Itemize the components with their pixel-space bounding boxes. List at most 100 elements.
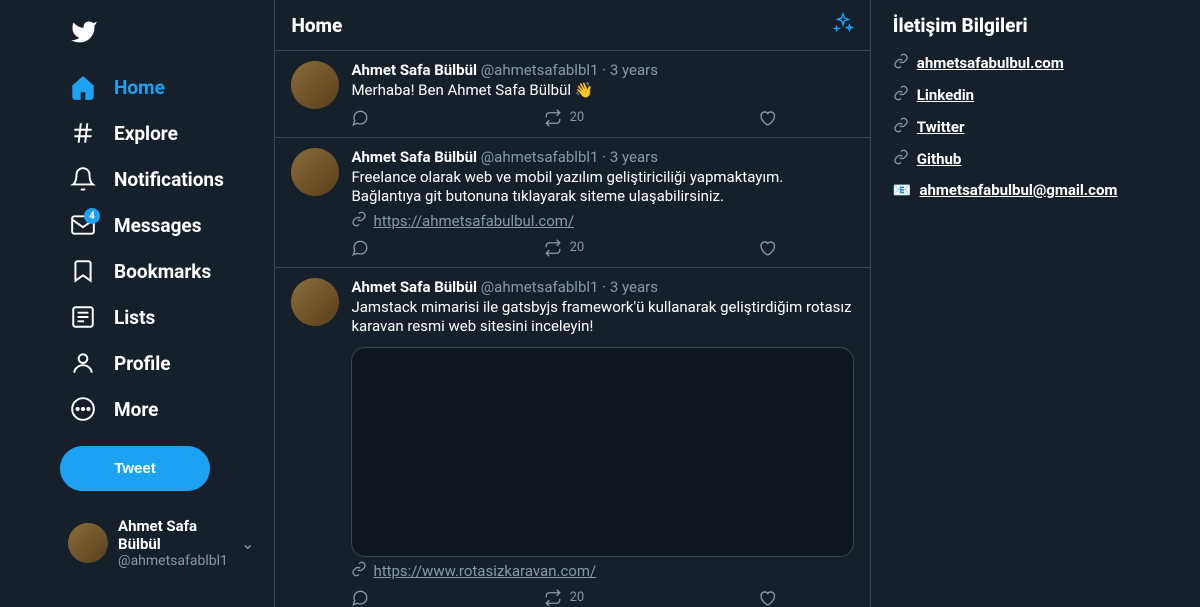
nav-home[interactable]: Home	[60, 64, 262, 110]
nav-bookmarks[interactable]: Bookmarks	[60, 248, 262, 294]
retweet-icon	[544, 109, 562, 127]
contact-link[interactable]: Github	[917, 150, 962, 168]
nav-notifications[interactable]: Notifications	[60, 156, 262, 202]
nav-explore[interactable]: Explore	[60, 110, 262, 156]
nav-more-label: More	[114, 398, 158, 421]
messages-badge: 4	[84, 208, 100, 224]
tweet-media[interactable]	[351, 347, 853, 557]
avatar	[68, 523, 108, 563]
contact-item-website[interactable]: ahmetsafabulbul.com	[893, 53, 1178, 73]
tweet-sep: ·	[602, 278, 606, 296]
bookmark-icon	[70, 258, 96, 284]
contact-item-linkedin[interactable]: Linkedin	[893, 85, 1178, 105]
twitter-bird-icon	[70, 18, 98, 46]
mail-icon: 📧	[893, 181, 912, 199]
tweet-time[interactable]: 3 years	[610, 148, 658, 166]
bell-icon	[70, 166, 96, 192]
avatar[interactable]	[291, 61, 339, 109]
link-icon	[893, 53, 909, 73]
nav-list: Home Explore Notifications 4 Messages Bo…	[60, 64, 262, 432]
retweet-count: 20	[570, 590, 585, 605]
link-icon	[351, 211, 367, 231]
retweet-button[interactable]: 20	[544, 109, 585, 127]
lists-icon	[70, 304, 96, 330]
tweet-text: Merhaba! Ben Ahmet Safa Bülbül 👋	[351, 81, 853, 101]
like-button[interactable]	[758, 239, 776, 257]
tweet-author-name[interactable]: Ahmet Safa Bülbül	[351, 61, 477, 79]
avatar[interactable]	[291, 148, 339, 196]
tweet[interactable]: Ahmet Safa Bülbül @ahmetsafablbl1 · 3 ye…	[275, 268, 869, 607]
sidebar-right: İletişim Bilgileri ahmetsafabulbul.com L…	[871, 0, 1200, 607]
contact-item-twitter[interactable]: Twitter	[893, 117, 1178, 137]
tweet[interactable]: Ahmet Safa Bülbül @ahmetsafablbl1 · 3 ye…	[275, 51, 869, 138]
nav-bookmarks-label: Bookmarks	[114, 260, 211, 283]
contact-item-github[interactable]: Github	[893, 149, 1178, 169]
tweet-text: Freelance olarak web ve mobil yazılım ge…	[351, 168, 853, 207]
account-info: Ahmet Safa Bülbül @ahmetsafablbl1	[118, 517, 233, 569]
tweet[interactable]: Ahmet Safa Bülbül @ahmetsafablbl1 · 3 ye…	[275, 138, 869, 268]
tweet-author-name[interactable]: Ahmet Safa Bülbül	[351, 278, 477, 296]
nav-lists-label: Lists	[114, 306, 155, 329]
retweet-count: 20	[570, 240, 585, 255]
nav-profile-label: Profile	[114, 352, 171, 375]
nav-lists[interactable]: Lists	[60, 294, 262, 340]
tweet-sep: ·	[602, 148, 606, 166]
contact-title: İletişim Bilgileri	[893, 14, 1178, 37]
nav-messages[interactable]: 4 Messages	[60, 202, 262, 248]
link-icon	[893, 117, 909, 137]
tweet-link[interactable]: https://www.rotasizkaravan.com/	[373, 562, 596, 580]
account-handle: @ahmetsafablbl1	[118, 553, 233, 569]
tweet-sep: ·	[602, 61, 606, 79]
nav-more[interactable]: More	[60, 386, 262, 432]
main-column: Home Ahmet Safa Bülbül @ahmetsafablbl1 ·…	[274, 0, 870, 607]
heart-icon	[758, 589, 776, 607]
avatar[interactable]	[291, 278, 339, 326]
reply-icon	[351, 109, 369, 127]
contact-link[interactable]: Linkedin	[917, 86, 974, 104]
contact-link[interactable]: ahmetsafabulbul.com	[917, 54, 1064, 72]
tweet-time[interactable]: 3 years	[610, 278, 658, 296]
reply-button[interactable]	[351, 109, 369, 127]
link-icon	[351, 561, 367, 581]
retweet-icon	[544, 239, 562, 257]
reply-icon	[351, 239, 369, 257]
tweet-author-handle[interactable]: @ahmetsafablbl1	[481, 278, 599, 296]
tweet-link[interactable]: https://ahmetsafabulbul.com/	[373, 212, 574, 230]
retweet-icon	[544, 589, 562, 607]
twitter-logo[interactable]	[60, 8, 262, 60]
tweet-button[interactable]: Tweet	[60, 446, 210, 491]
nav-messages-label: Messages	[114, 214, 201, 237]
contact-item-email[interactable]: 📧 ahmetsafabulbul@gmail.com	[893, 181, 1178, 199]
reply-button[interactable]	[351, 589, 369, 607]
contact-link[interactable]: Twitter	[917, 118, 965, 136]
contact-link[interactable]: ahmetsafabulbul@gmail.com	[919, 181, 1117, 199]
chevron-down-icon: ⌄	[241, 534, 254, 553]
tweet-author-handle[interactable]: @ahmetsafablbl1	[481, 61, 599, 79]
tweet-author-handle[interactable]: @ahmetsafablbl1	[481, 148, 599, 166]
link-icon	[893, 85, 909, 105]
tweet-time[interactable]: 3 years	[610, 61, 658, 79]
mail-icon: 4	[70, 212, 96, 238]
account-name: Ahmet Safa Bülbül	[118, 517, 233, 553]
like-button[interactable]	[758, 589, 776, 607]
heart-icon	[758, 109, 776, 127]
retweet-button[interactable]: 20	[544, 589, 585, 607]
more-icon	[70, 396, 96, 422]
retweet-button[interactable]: 20	[544, 239, 585, 257]
hashtag-icon	[70, 120, 96, 146]
sidebar-left: Home Explore Notifications 4 Messages Bo…	[0, 0, 274, 607]
heart-icon	[758, 239, 776, 257]
reply-icon	[351, 589, 369, 607]
tweet-text: Jamstack mimarisi ile gatsbyjs framework…	[351, 298, 853, 337]
retweet-count: 20	[570, 110, 585, 125]
tweet-author-name[interactable]: Ahmet Safa Bülbül	[351, 148, 477, 166]
account-switcher[interactable]: Ahmet Safa Bülbül @ahmetsafablbl1 ⌄	[60, 509, 262, 577]
sparkle-icon[interactable]	[832, 12, 854, 38]
nav-profile[interactable]: Profile	[60, 340, 262, 386]
reply-button[interactable]	[351, 239, 369, 257]
link-icon	[893, 149, 909, 169]
profile-icon	[70, 350, 96, 376]
like-button[interactable]	[758, 109, 776, 127]
main-header: Home	[275, 0, 869, 51]
nav-explore-label: Explore	[114, 122, 178, 145]
